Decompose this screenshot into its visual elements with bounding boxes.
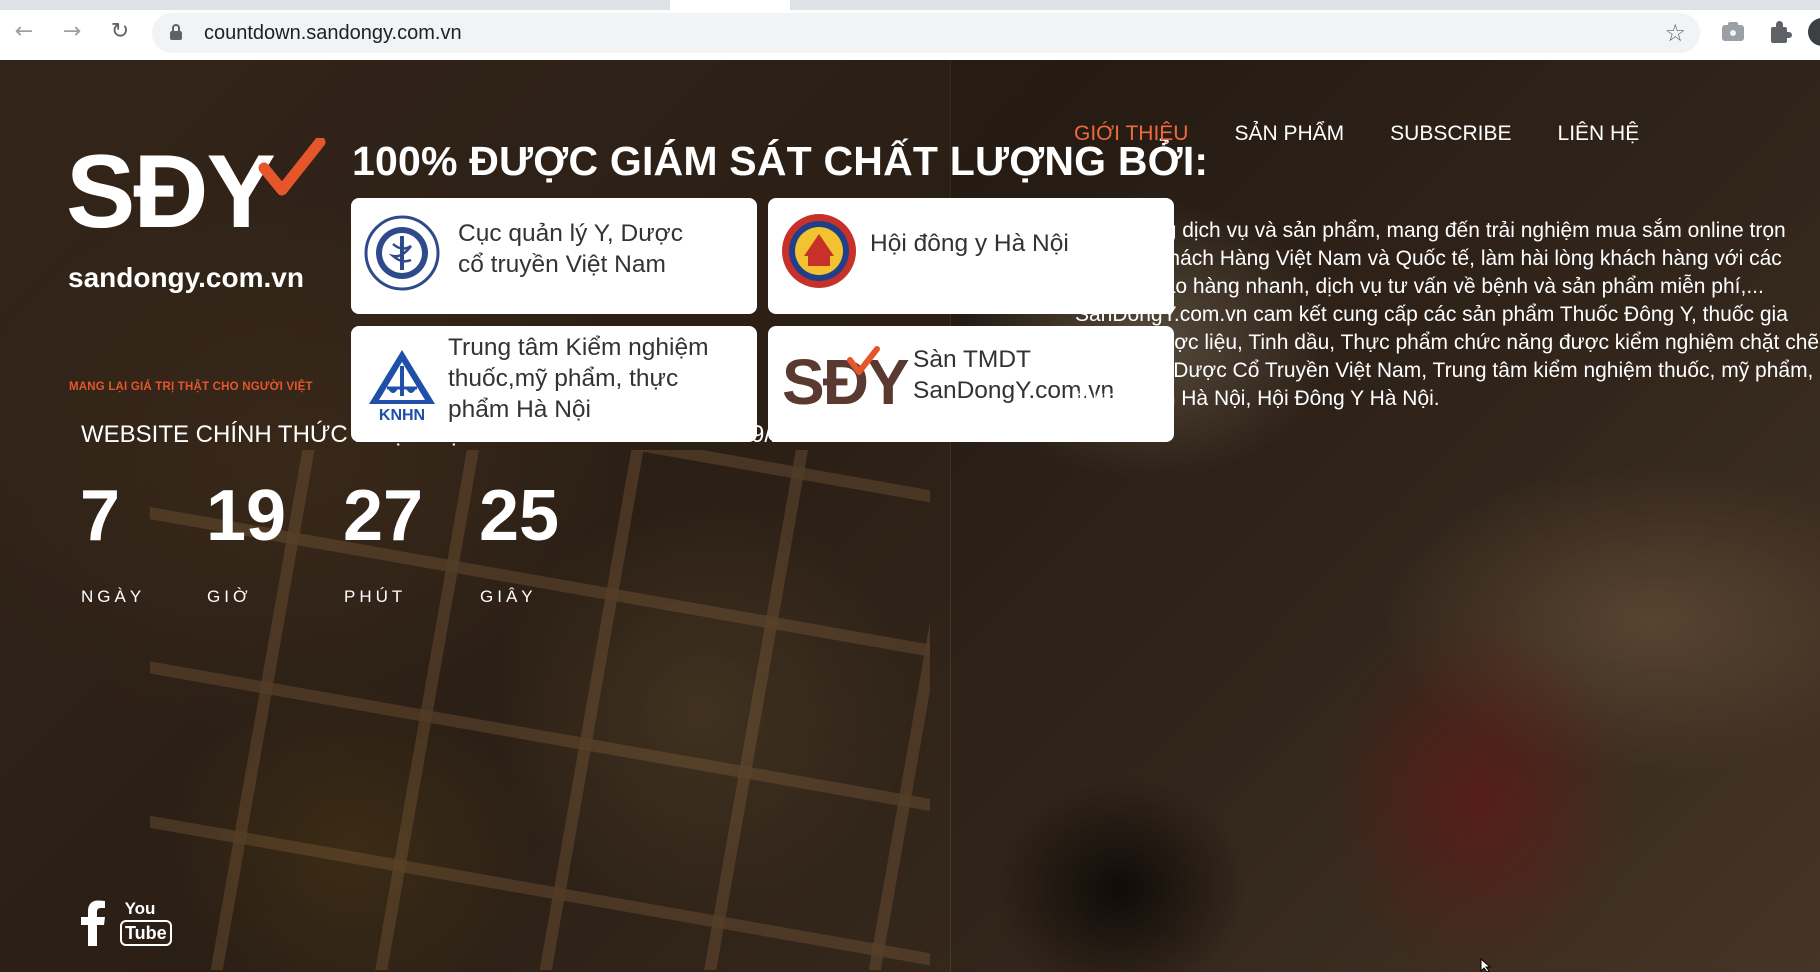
knhn-logo-icon: KNHN — [369, 350, 435, 423]
active-tab[interactable] — [670, 0, 790, 10]
launch-note: WEBSITE CHÍNH THỨC HOẠT ĐỘNG VÀO 10:00 N… — [81, 421, 825, 448]
puzzle-icon[interactable] — [1768, 20, 1794, 44]
logo-check-icon — [258, 138, 326, 196]
nav-subscribe[interactable]: SUBSCRIBE — [1390, 122, 1511, 146]
intro-panel — [951, 60, 1820, 972]
logo-slogan: MANG LẠI GIÁ TRỊ THẬT CHO NGƯỜI VIỆT — [69, 381, 313, 393]
reload-icon[interactable]: ↻ — [106, 17, 134, 45]
countdown-minutes: 27 PHÚT — [343, 476, 424, 606]
nav-gioi-thieu[interactable]: GIỚI THIỆU — [1074, 122, 1188, 146]
countdown-label: GIÂY — [480, 587, 537, 606]
mouse-cursor-icon — [1480, 958, 1492, 972]
cert-line: cổ truyền Việt Nam — [458, 251, 666, 278]
lock-icon[interactable] — [170, 24, 182, 40]
countdown-value: 19 — [206, 476, 287, 556]
sdy-check-icon — [847, 346, 880, 375]
countdown-value: 25 — [479, 476, 560, 556]
countdown-hours: 19 GIỜ — [206, 476, 287, 606]
countdown-value: 27 — [343, 476, 424, 556]
youtube-icon[interactable]: You Tube — [120, 899, 172, 946]
cert-card-ministry[interactable]: Cục quản lý Y, Dược cổ truyền Việt Nam — [351, 198, 757, 314]
countdown-label: PHÚT — [344, 587, 407, 606]
cert-text-hanoi-association: Hội đông y Hà Nội — [870, 230, 1069, 257]
nav-san-pham[interactable]: SẢN PHẨM — [1234, 122, 1344, 146]
profile-avatar[interactable] — [1808, 18, 1820, 46]
youtube-tube-text: Tube — [120, 920, 172, 946]
browser-toolbar: ← → ↻ countdown.sandongy.com.vn ☆ — [0, 0, 1820, 60]
youtube-you-text: You — [124, 899, 156, 918]
countdown-label: NGÀY — [81, 587, 146, 606]
site-logo[interactable]: SĐY sandongy.com.vn — [66, 134, 326, 320]
cert-line: Trung tâm Kiểm nghiệm — [448, 334, 709, 361]
camera-icon[interactable] — [1720, 20, 1746, 44]
main-nav: GIỚI THIỆU SẢN PHẨM SUBSCRIBE LIÊN HỆ — [1074, 122, 1639, 146]
countdown-page: SĐY sandongy.com.vn MANG LẠI GIÁ TRỊ THẬ… — [0, 60, 1820, 972]
url-text[interactable]: countdown.sandongy.com.vn — [204, 22, 462, 45]
countdown-label: GIỜ — [207, 587, 252, 606]
logo-domain: sandongy.com.vn — [68, 262, 304, 293]
cert-text-ministry: Cục quản lý Y, Dược cổ truyền Việt Nam — [458, 218, 683, 280]
social-links: You Tube — [80, 899, 172, 946]
nav-lien-he[interactable]: LIÊN HỆ — [1558, 122, 1640, 146]
intro-paragraph: chất lượng dịch vụ và sản phẩm, mang đến… — [1075, 219, 1820, 410]
cert-line: Cục quản lý Y, Dược — [458, 220, 683, 247]
facebook-icon[interactable] — [80, 900, 106, 946]
cert-text-knhn: Trung tâm Kiểm nghiệm thuốc,mỹ phẩm, thự… — [448, 332, 709, 425]
hanoi-association-seal-icon — [782, 214, 856, 288]
forward-arrow-icon[interactable]: → — [58, 17, 86, 45]
ministry-seal-icon — [364, 215, 440, 291]
star-icon[interactable]: ☆ — [1664, 19, 1686, 47]
countdown-value: 7 — [80, 476, 121, 556]
tab-strip — [0, 0, 1820, 10]
back-arrow-icon[interactable]: ← — [10, 17, 38, 45]
sdy-logo-icon: SĐY — [782, 346, 910, 418]
countdown-days: 7 NGÀY — [80, 476, 141, 606]
address-bar[interactable]: countdown.sandongy.com.vn ☆ — [152, 13, 1700, 53]
logo-mark: SĐY — [66, 134, 276, 250]
countdown-seconds: 25 GIÂY — [479, 476, 560, 606]
cert-line: thuốc,mỹ phẩm, thực — [448, 365, 679, 392]
